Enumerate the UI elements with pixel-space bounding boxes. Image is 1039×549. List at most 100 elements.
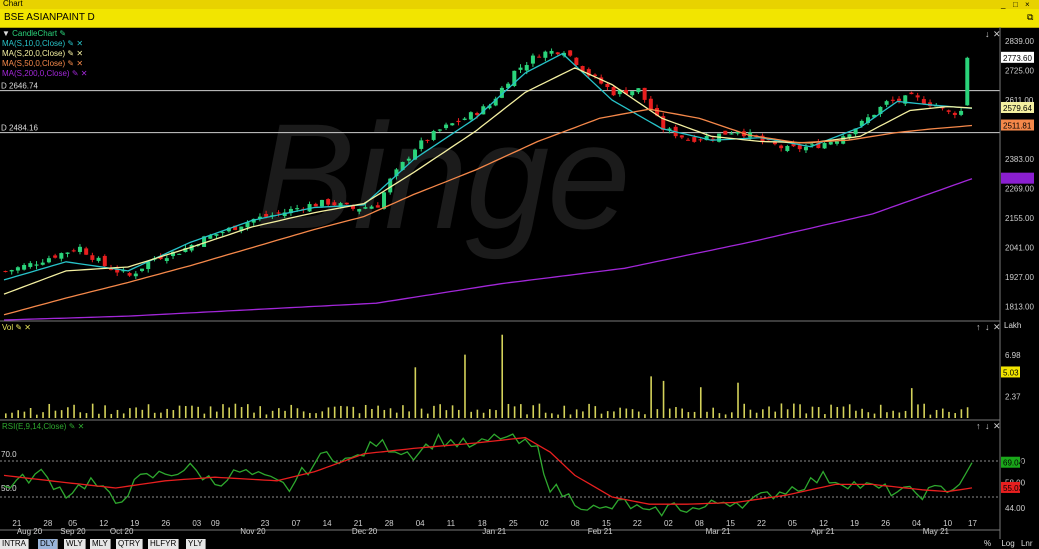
volume-bar bbox=[408, 411, 410, 418]
volume-bar bbox=[457, 409, 460, 418]
candle-body bbox=[698, 139, 703, 141]
candle-body bbox=[65, 252, 70, 254]
candle-body bbox=[897, 98, 902, 101]
volume-bar bbox=[544, 412, 547, 418]
x-tick-label: 25 bbox=[509, 519, 518, 528]
volume-bar bbox=[54, 410, 57, 418]
volume-bar bbox=[147, 404, 150, 418]
candle-body bbox=[915, 95, 920, 98]
volume-bar bbox=[855, 410, 857, 418]
volume-bar bbox=[402, 405, 404, 418]
volume-bar bbox=[675, 407, 677, 418]
volume-bar bbox=[513, 406, 516, 418]
volume-bar bbox=[935, 409, 938, 418]
volume-bar bbox=[228, 407, 230, 418]
x-tick-label: 22 bbox=[757, 519, 766, 528]
signal-value-text: 55.03 bbox=[1003, 484, 1024, 493]
volume-bar bbox=[941, 408, 944, 418]
volume-bar bbox=[153, 412, 156, 418]
x-month-label: Nov 20 bbox=[240, 527, 266, 536]
volume-bar bbox=[948, 411, 950, 418]
vol-value-text: 5.03 bbox=[1003, 368, 1019, 377]
volume-bar bbox=[830, 404, 832, 418]
candle-body bbox=[630, 91, 635, 96]
volume-bar bbox=[867, 412, 870, 418]
x-tick-label: 05 bbox=[788, 519, 797, 528]
scale-options: % Log Lnr bbox=[984, 539, 1033, 549]
candle-body bbox=[946, 110, 951, 112]
candle-body bbox=[90, 255, 95, 260]
x-tick-label: 17 bbox=[968, 519, 977, 528]
volume-bar bbox=[371, 408, 373, 418]
candle-body bbox=[326, 199, 331, 205]
volume-bar bbox=[470, 411, 472, 418]
maximize-button[interactable]: □ bbox=[1013, 0, 1018, 9]
x-tick-label: 08 bbox=[695, 519, 704, 528]
y-tick-label: 2041.00 bbox=[1005, 243, 1034, 252]
volume-bar bbox=[439, 404, 441, 418]
horizontal-line-label: D 2484.16 bbox=[1, 124, 38, 133]
volume-bar bbox=[966, 407, 969, 418]
candle-body bbox=[177, 253, 182, 255]
volume-bar bbox=[532, 405, 535, 418]
candle-body bbox=[648, 98, 653, 110]
axes: 1813.00 1927.00 2041.00 2155.00 2269.00 2383.… bbox=[0, 27, 1034, 539]
candle-body bbox=[406, 158, 411, 161]
candle-body bbox=[220, 232, 225, 234]
tab-yly[interactable]: YLY bbox=[186, 539, 206, 549]
tab-wly[interactable]: WLY bbox=[64, 539, 86, 549]
volume-bar bbox=[29, 408, 32, 418]
tab-qtry[interactable]: QTRY bbox=[116, 539, 144, 549]
candle-body bbox=[419, 140, 424, 149]
candle-body bbox=[462, 118, 467, 120]
candle-body bbox=[313, 203, 318, 207]
volume-bar bbox=[160, 412, 162, 418]
x-tick-label: 22 bbox=[633, 519, 642, 528]
tab-mly[interactable]: MLY bbox=[90, 539, 111, 549]
tab-dly[interactable]: DLY bbox=[38, 539, 58, 549]
volume-bar bbox=[718, 413, 721, 418]
close-button[interactable]: × bbox=[1025, 0, 1030, 9]
volume-bar bbox=[333, 406, 336, 418]
moving-average-line bbox=[3, 178, 973, 321]
volume-bar bbox=[650, 376, 652, 418]
tab-hlfyr[interactable]: HLFYR bbox=[148, 539, 180, 549]
volume-bar bbox=[141, 409, 144, 418]
x-tick-label: 14 bbox=[323, 519, 332, 528]
x-tick-label: 07 bbox=[292, 519, 301, 528]
volume-bar bbox=[172, 410, 175, 418]
volume-bar bbox=[637, 411, 640, 418]
volume-bar bbox=[594, 406, 597, 418]
y-tick-label: 2269.00 bbox=[1005, 184, 1034, 193]
volume-bar bbox=[383, 409, 386, 418]
candle-body bbox=[71, 250, 76, 252]
volume-bar bbox=[879, 404, 882, 418]
volume-bar bbox=[507, 403, 510, 418]
chart-canvas[interactable]: D 2646.74 D 2484.16 1813.00 1927.00 2041.00… bbox=[0, 27, 1039, 539]
volume-bar bbox=[184, 406, 187, 418]
log-scale-button[interactable]: Log bbox=[1001, 539, 1014, 548]
restore-icon[interactable]: ⧉ bbox=[1027, 12, 1033, 23]
chart-header: BSE ASIANPAINT D ⧉ bbox=[0, 9, 1039, 28]
percent-scale-button[interactable]: % bbox=[984, 539, 991, 548]
candle-body bbox=[46, 258, 51, 263]
volume-bar bbox=[321, 411, 324, 418]
candle-body bbox=[53, 255, 58, 258]
volume-bar bbox=[23, 411, 26, 418]
rsi-value-text: 69.04 bbox=[1003, 459, 1024, 468]
minimize-button[interactable]: _ bbox=[1001, 0, 1005, 9]
volume-bar bbox=[197, 406, 199, 418]
candle-body bbox=[127, 273, 132, 276]
candle-body bbox=[468, 112, 473, 120]
candle-body bbox=[890, 99, 895, 101]
candle-body bbox=[636, 88, 641, 93]
linear-scale-button[interactable]: Lnr bbox=[1021, 539, 1033, 548]
rsi-tick-label: 44.00 bbox=[1005, 504, 1026, 513]
candle-body bbox=[264, 213, 269, 217]
candle-body bbox=[363, 207, 368, 209]
candle-body bbox=[34, 264, 39, 266]
tab-intra[interactable]: INTRA bbox=[0, 539, 29, 549]
rsi-panel bbox=[0, 432, 1000, 517]
candle-body bbox=[568, 50, 573, 56]
volume-bar bbox=[178, 405, 181, 418]
